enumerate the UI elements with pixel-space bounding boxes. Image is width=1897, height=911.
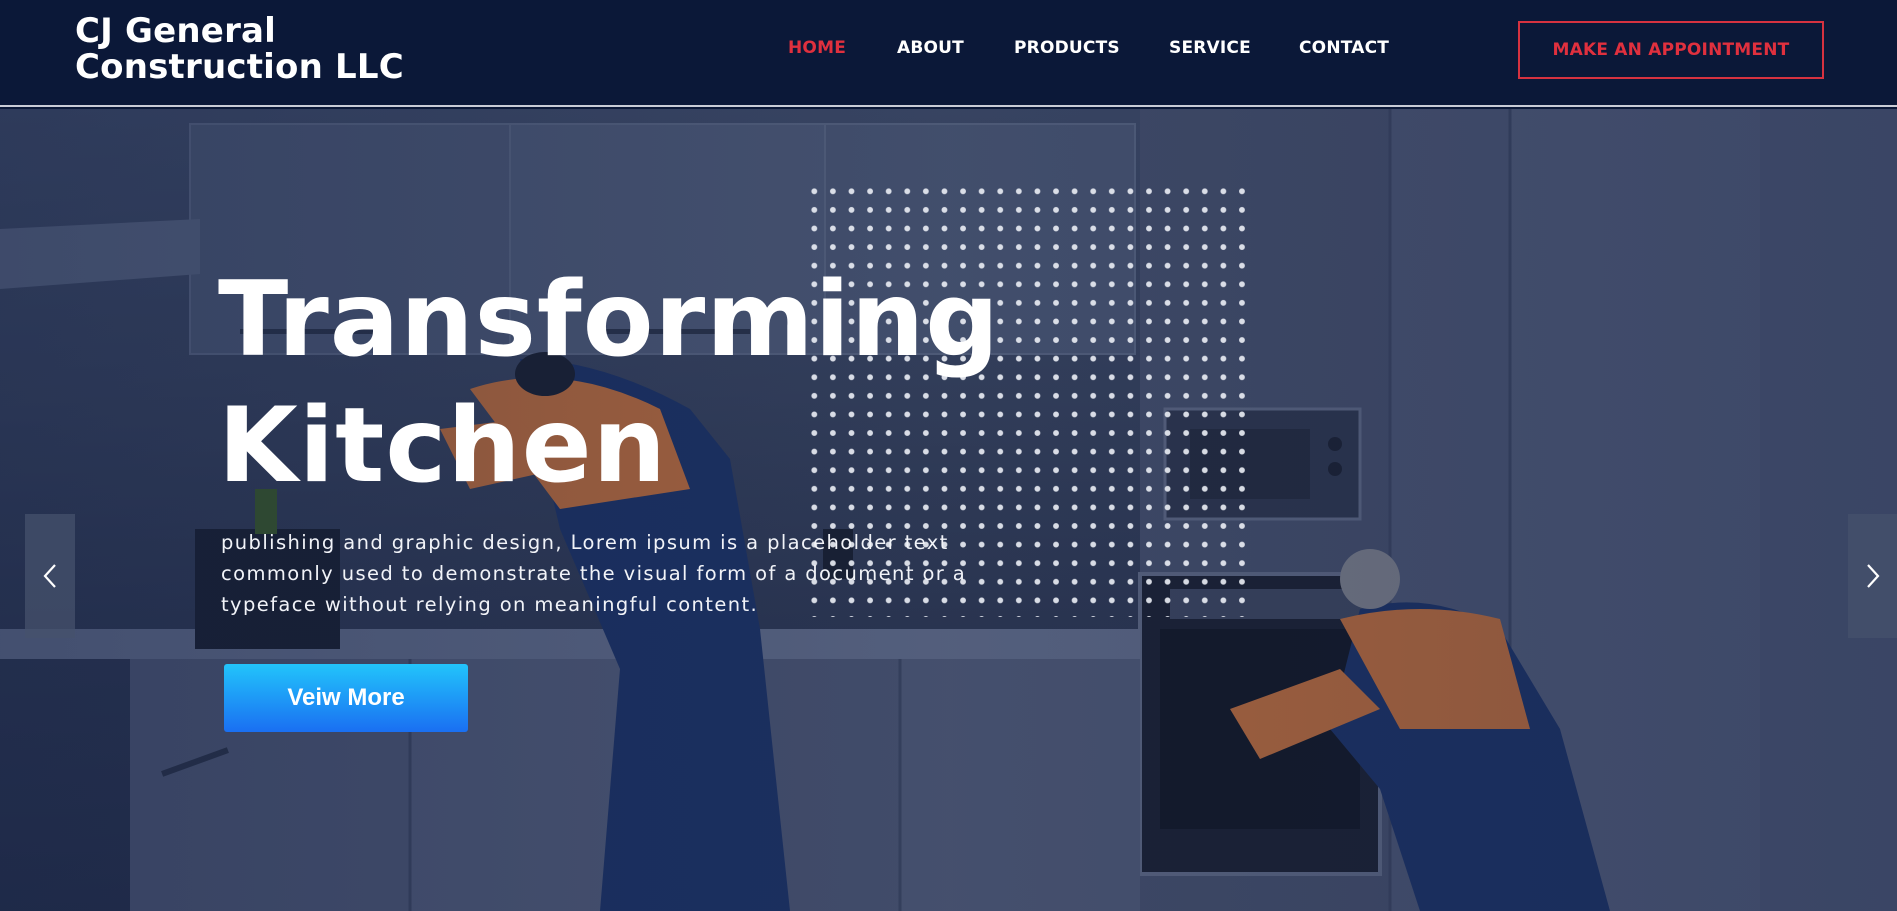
make-appointment-button[interactable]: MAKE AN APPOINTMENT — [1518, 21, 1824, 79]
view-more-button[interactable]: Veiw More — [224, 664, 468, 732]
nav-item-service[interactable]: SERVICE — [1169, 38, 1251, 58]
hero-title-line-1: Transforming — [218, 260, 1000, 380]
hero-description: publishing and graphic design, Lorem ips… — [221, 531, 967, 616]
hero-title: Transforming Kitchen — [218, 257, 1118, 509]
brand-logo[interactable]: CJ General Construction LLC — [75, 13, 435, 85]
hero-slider: Transforming Kitchen publishing and grap… — [0, 109, 1897, 911]
nav-item-contact[interactable]: CONTACT — [1299, 38, 1389, 58]
brand-line-2: Construction LLC — [75, 47, 404, 87]
nav-item-home[interactable]: HOME — [788, 38, 846, 58]
hero-title-line-2: Kitchen — [218, 386, 667, 506]
nav-item-products[interactable]: PRODUCTS — [1014, 38, 1120, 58]
chevron-right-icon — [1867, 564, 1880, 588]
chevron-left-icon — [43, 564, 56, 588]
nav-item-about[interactable]: ABOUT — [897, 38, 964, 58]
brand-line-1: CJ General — [75, 11, 277, 51]
site-header: CJ General Construction LLC HOME ABOUT P… — [0, 0, 1897, 107]
slider-prev-button[interactable] — [25, 514, 75, 638]
slider-next-button[interactable] — [1848, 514, 1897, 638]
